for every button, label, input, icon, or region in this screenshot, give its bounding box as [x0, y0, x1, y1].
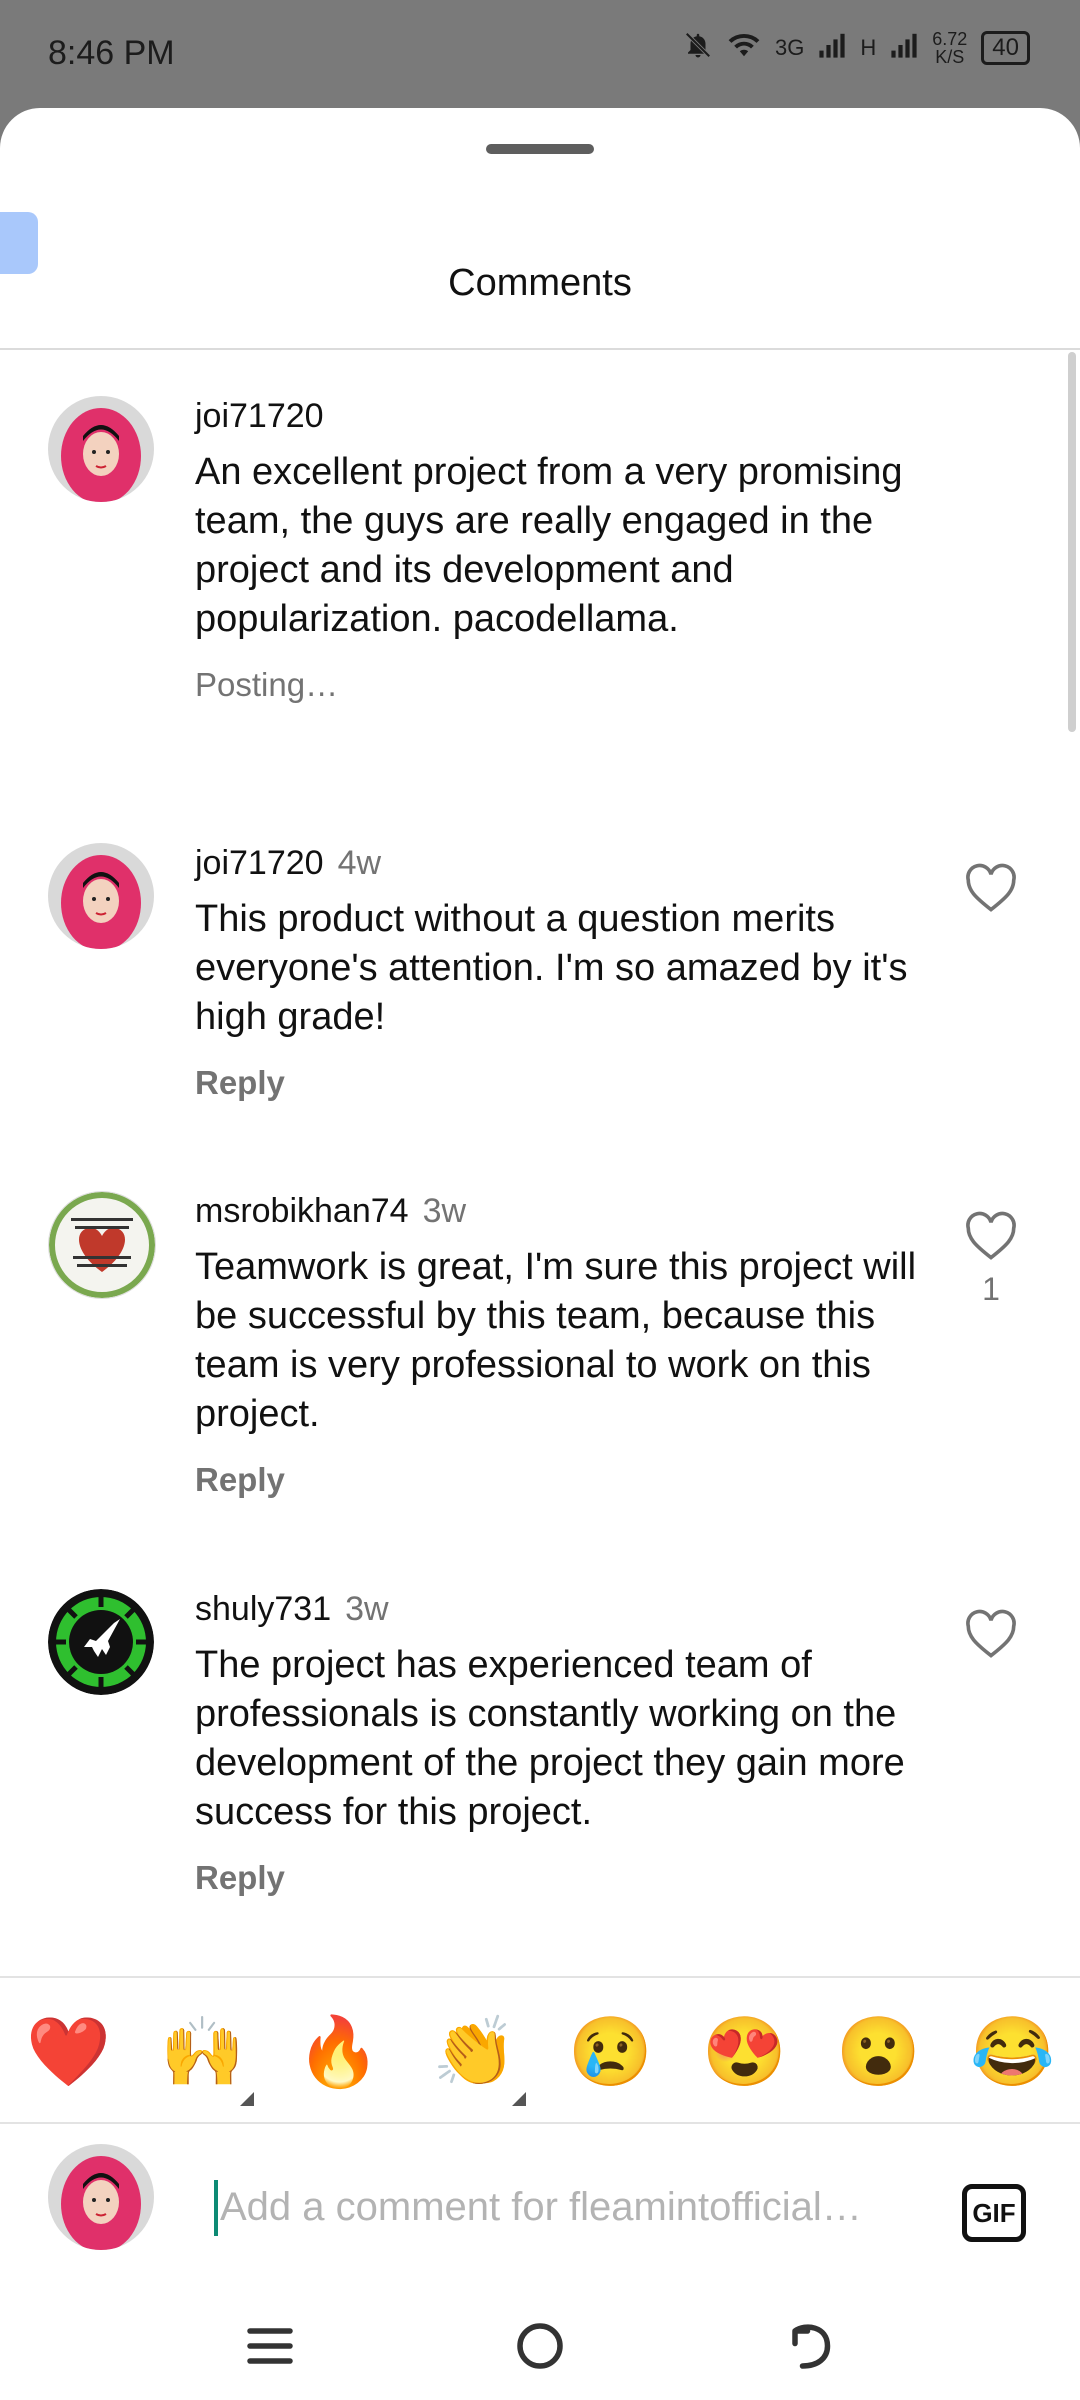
- variant-indicator-icon: [512, 2092, 526, 2106]
- comment-time: 4w: [337, 844, 382, 882]
- comment-header: msrobikhan74 3w: [195, 1191, 925, 1231]
- battery-indicator: 40: [981, 31, 1030, 65]
- reply-button[interactable]: Reply: [195, 1064, 925, 1102]
- heart-outline-icon: [966, 1609, 1016, 1658]
- comment-text: An excellent project from a very promisi…: [195, 451, 903, 640]
- heart-outline-icon: [966, 1211, 1016, 1260]
- reply-button[interactable]: Reply: [195, 1859, 925, 1897]
- comment-header: joi71720: [195, 396, 925, 436]
- comment-text: The project has experienced team of prof…: [195, 1644, 905, 1833]
- comments-sheet: Comments joi71720 An excellent project f…: [0, 108, 1080, 2400]
- home-circle-icon: [517, 2323, 563, 2369]
- posting-status: Posting…: [195, 666, 339, 703]
- comment-body: msrobikhan74 3w Teamwork is great, I'm su…: [195, 1191, 925, 1499]
- avatar[interactable]: [48, 843, 154, 949]
- network-3g-label: 3G: [775, 35, 805, 60]
- comment-composer: GIF: [0, 2122, 1080, 2266]
- emoji-heart-button[interactable]: ❤️: [26, 2014, 111, 2090]
- avatar[interactable]: [48, 396, 154, 502]
- comment-body: joi71720 An excellent project from a ver…: [195, 396, 925, 704]
- avatar: [48, 2144, 154, 2250]
- comment-time: 3w: [422, 1192, 467, 1230]
- back-button[interactable]: [780, 2316, 840, 2376]
- status-icons: 3G H 6.72 K/S 40: [683, 30, 1030, 66]
- emoji-crying-button[interactable]: 😢: [568, 2014, 653, 2090]
- heart-outline-icon: [966, 863, 1016, 912]
- emoji-fire-button[interactable]: 🔥: [296, 2014, 381, 2090]
- status-time: 8:46 PM: [48, 34, 175, 72]
- divider: [0, 348, 1080, 350]
- emoji-surprised-button[interactable]: 😮: [836, 2014, 921, 2090]
- page-title: Comments: [448, 262, 632, 304]
- menu-button[interactable]: [240, 2316, 300, 2376]
- wifi-icon: [727, 31, 761, 65]
- home-button[interactable]: [510, 2316, 570, 2376]
- emoji-clap-button[interactable]: 👏: [432, 2014, 517, 2090]
- like-count: 1: [982, 1271, 1000, 1307]
- like-button[interactable]: [963, 863, 1019, 913]
- avatar[interactable]: [48, 1589, 154, 1695]
- comment-text: This product without a question merits e…: [195, 898, 908, 1038]
- comment-body: joi71720 4w This product without a questi…: [195, 843, 925, 1102]
- signal-icon: [818, 31, 846, 65]
- avatar[interactable]: [48, 1191, 156, 1299]
- reply-button[interactable]: Reply: [195, 1461, 925, 1499]
- comment-username[interactable]: msrobikhan74: [195, 1192, 409, 1230]
- speed-unit: K/S: [935, 47, 965, 67]
- comment-header: shuly731 3w: [195, 1589, 925, 1629]
- comment-username[interactable]: joi71720: [195, 844, 324, 882]
- like-button[interactable]: 1: [963, 1211, 1019, 1308]
- emoji-raising-hands-button[interactable]: 🙌: [160, 2014, 245, 2090]
- menu-icon: [247, 2328, 293, 2364]
- comment-time: 3w: [345, 1590, 389, 1628]
- comment-username[interactable]: joi71720: [195, 397, 324, 435]
- network-h-label: H: [860, 35, 877, 60]
- drag-handle[interactable]: [486, 144, 594, 154]
- speed-value: 6.72: [932, 29, 968, 49]
- emoji-heart-eyes-button[interactable]: 😍: [702, 2014, 787, 2090]
- signal-icon: [890, 31, 918, 65]
- scrollbar[interactable]: [1068, 352, 1076, 732]
- dnd-bell-off-icon: [683, 30, 713, 66]
- comment-body: shuly731 3w The project has experienced t…: [195, 1589, 925, 1897]
- comment-header: joi71720 4w: [195, 843, 925, 883]
- network-speed: 6.72 K/S: [932, 30, 967, 66]
- like-button[interactable]: [963, 1609, 1019, 1659]
- gif-button[interactable]: GIF: [962, 2184, 1026, 2242]
- system-nav-bar: [0, 2292, 1080, 2400]
- emoji-quick-bar: ❤️ 🙌 🔥 👏 😢 😍 😮 😂: [0, 1976, 1080, 2124]
- comment-username[interactable]: shuly731: [195, 1590, 331, 1628]
- variant-indicator-icon: [240, 2092, 254, 2106]
- comment-input[interactable]: [218, 2174, 922, 2240]
- back-arrow-icon: [792, 2324, 831, 2369]
- comment-text: Teamwork is great, I'm sure this project…: [195, 1246, 917, 1435]
- status-bar: 8:46 PM 3G H 6.72 K/S 40: [0, 0, 1080, 108]
- emoji-laughing-button[interactable]: 😂: [970, 2014, 1055, 2090]
